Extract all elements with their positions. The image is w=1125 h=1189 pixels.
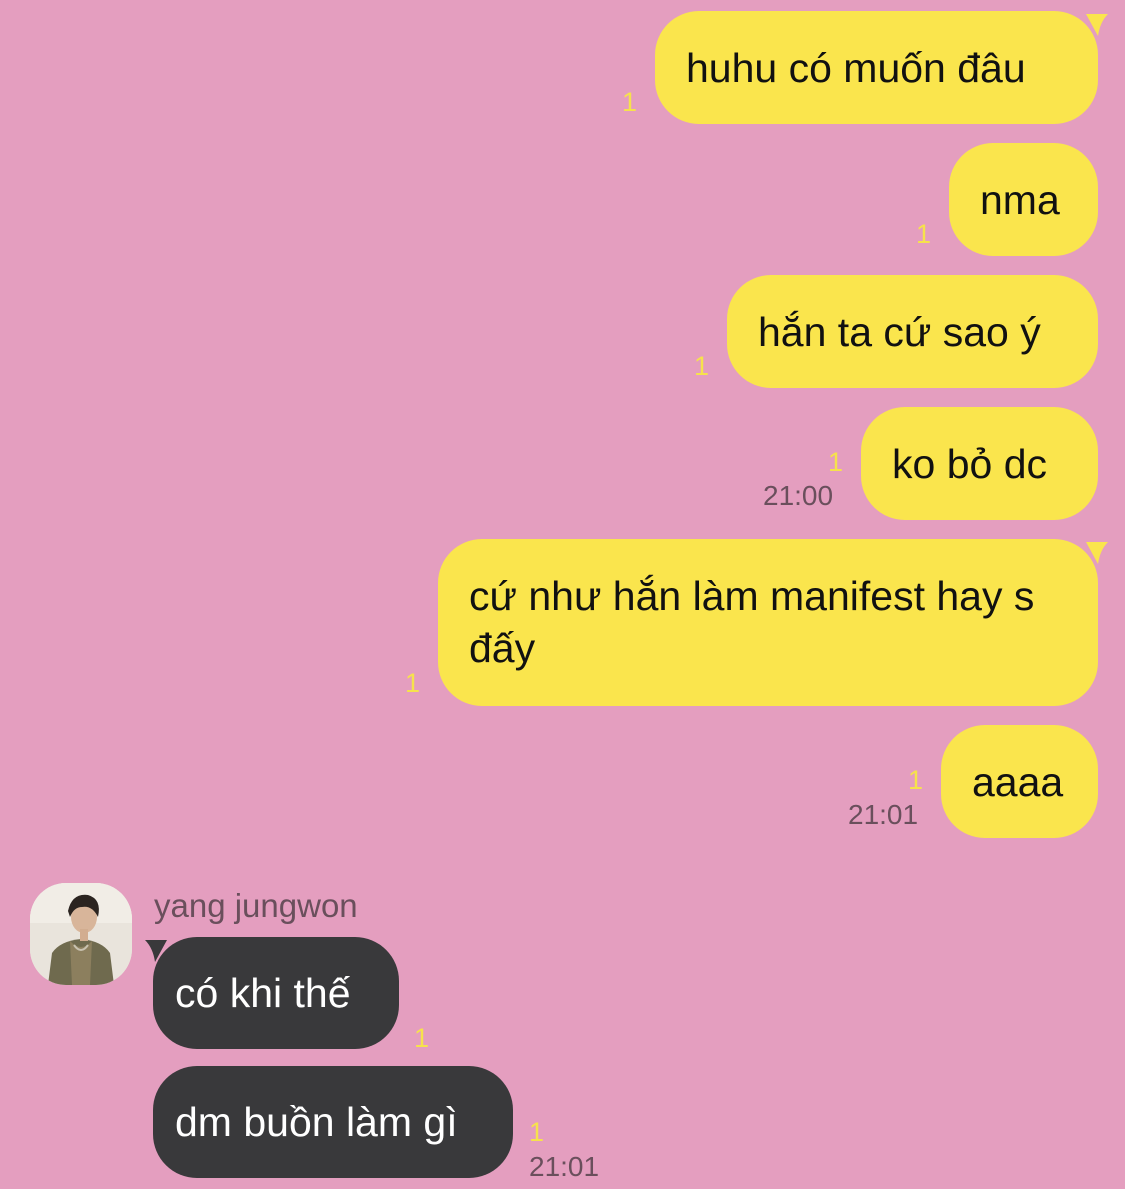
outgoing-message-bubble[interactable]: hắn ta cứ sao ý — [727, 275, 1098, 388]
message-text: aaaa — [972, 758, 1064, 805]
unread-count: 1 — [694, 351, 710, 381]
message-text: dm buồn làm gì — [175, 1099, 458, 1145]
outgoing-message-bubble[interactable]: ko bỏ dc — [861, 407, 1098, 520]
outgoing-message-bubble[interactable]: cứ như hắn làm manifest hay s đấy — [438, 539, 1098, 706]
outgoing-message-bubble[interactable]: aaaa — [941, 725, 1098, 838]
message-text: cứ như hắn làm manifest hay s đấy — [469, 573, 1035, 671]
sender-name: yang jungwon — [154, 887, 358, 924]
unread-count: 1 — [405, 668, 421, 698]
unread-count: 1 — [916, 219, 932, 249]
outgoing-message-bubble[interactable]: nma — [949, 143, 1098, 256]
bubble-tail-icon — [1086, 14, 1108, 36]
message-text: ko bỏ dc — [892, 440, 1047, 487]
outgoing-message-bubble[interactable]: huhu có muốn đâu — [655, 11, 1098, 124]
incoming-message-bubble[interactable]: dm buồn làm gì — [153, 1066, 513, 1178]
incoming-message-bubble[interactable]: có khi thế — [153, 937, 399, 1049]
bubble-tail-icon — [1086, 542, 1108, 564]
message-text: hắn ta cứ sao ý — [758, 308, 1041, 355]
message-text: huhu có muốn đâu — [686, 44, 1026, 91]
message-timestamp: 21:00 — [763, 480, 834, 511]
message-timestamp: 21:01 — [848, 799, 919, 830]
unread-count: 1 — [529, 1117, 545, 1147]
profile-photo-icon — [30, 883, 132, 985]
unread-count: 1 — [622, 87, 638, 117]
unread-count: 1 — [908, 765, 924, 795]
message-timestamp: 21:01 — [529, 1151, 600, 1182]
unread-count: 1 — [414, 1023, 430, 1053]
bubble-tail-icon — [145, 940, 167, 962]
unread-count: 1 — [828, 447, 844, 477]
sender-avatar[interactable] — [30, 883, 132, 985]
message-text: có khi thế — [175, 970, 351, 1016]
message-text: nma — [980, 176, 1060, 223]
